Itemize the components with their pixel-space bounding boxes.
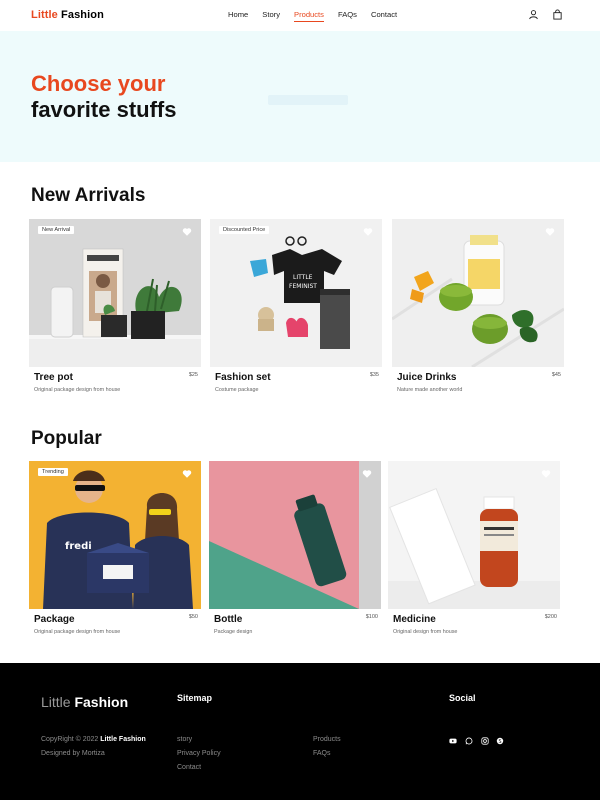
- product-name[interactable]: Bottle: [214, 614, 242, 625]
- nav-link-home[interactable]: Home: [228, 10, 248, 22]
- product-name[interactable]: Fashion set: [215, 372, 271, 383]
- product-card[interactable]: Bottle $100 Package design: [209, 461, 381, 635]
- hero-faded-graphic: [268, 95, 348, 105]
- brand-logo[interactable]: Little Fashion: [31, 9, 104, 21]
- user-icon[interactable]: [528, 9, 539, 20]
- hero-headline: favorite stuffs: [31, 97, 177, 122]
- copyright-brand: Little Fashion: [100, 736, 146, 743]
- product-card[interactable]: Medicine $200 Original design from house: [388, 461, 560, 635]
- svg-text:S: S: [498, 739, 501, 745]
- footer-designed-by: Designed by Mortiza: [41, 750, 105, 757]
- nav-link-products[interactable]: Products: [294, 10, 324, 22]
- brand-rest: Fashion: [57, 9, 104, 21]
- product-card[interactable]: Juice Drinks $45 Nature made another wor…: [392, 219, 564, 393]
- heart-icon[interactable]: [363, 227, 373, 237]
- footer-copyright: CopyRight © 2022 Little Fashion: [41, 736, 146, 743]
- product-name[interactable]: Juice Drinks: [397, 372, 456, 383]
- heart-icon[interactable]: [182, 469, 192, 479]
- sitemap-title: Sitemap: [177, 693, 213, 703]
- nav-link-contact[interactable]: Contact: [371, 10, 397, 22]
- social-title: Social: [449, 693, 476, 703]
- product-description: Original package design from house: [34, 629, 121, 635]
- product-price: $35: [369, 372, 379, 378]
- whatsapp-icon[interactable]: [465, 737, 473, 745]
- heart-icon[interactable]: [182, 227, 192, 237]
- hero-headline-accent: Choose your: [31, 71, 166, 96]
- product-name[interactable]: Package: [34, 614, 75, 625]
- svg-text:FEMINIST: FEMINIST: [289, 283, 317, 290]
- footer-link-contact[interactable]: Contact: [177, 764, 201, 771]
- heart-icon[interactable]: [545, 227, 555, 237]
- product-description: Nature made another world: [397, 387, 463, 393]
- heart-icon[interactable]: [362, 469, 372, 479]
- nav-link-faqs[interactable]: FAQs: [338, 10, 357, 22]
- new-arrivals-title: New Arrivals: [31, 185, 146, 206]
- skype-icon[interactable]: S: [496, 737, 504, 745]
- svg-text:fredi: fredi: [65, 541, 92, 552]
- product-image-juice-drinks[interactable]: [392, 219, 564, 367]
- product-card[interactable]: fredi Trending Package $50 Original pack…: [29, 461, 201, 635]
- site-footer: Little Fashion CopyRight © 2022 Little F…: [0, 663, 600, 800]
- footer-link-faqs[interactable]: FAQs: [313, 750, 331, 757]
- product-price: $200: [544, 614, 557, 620]
- footer-brand-light: Little: [41, 694, 71, 710]
- footer-brand[interactable]: Little Fashion: [41, 694, 128, 710]
- footer-link-products[interactable]: Products: [313, 736, 341, 743]
- product-image-fashion-set[interactable]: LITTLE FEMINIST Discounted Price: [210, 219, 382, 367]
- product-description: Package design: [214, 629, 253, 635]
- product-description: Original design from house: [393, 629, 458, 635]
- footer-link-story[interactable]: story: [177, 736, 192, 743]
- product-name[interactable]: Tree pot: [34, 372, 73, 383]
- product-price: $50: [188, 614, 198, 620]
- bag-icon[interactable]: [552, 9, 563, 20]
- product-image-medicine[interactable]: [388, 461, 560, 609]
- youtube-icon[interactable]: [449, 737, 457, 745]
- nav-links: Home Story Products FAQs Contact: [228, 10, 411, 22]
- svg-text:LITTLE: LITTLE: [293, 274, 313, 281]
- product-description: Costume package: [215, 387, 259, 393]
- product-image-package[interactable]: fredi Trending: [29, 461, 201, 609]
- product-card[interactable]: LITTLE FEMINIST Discounted Price Fashion…: [210, 219, 382, 393]
- popular-title: Popular: [31, 428, 102, 449]
- product-description: Original package design from house: [34, 387, 121, 393]
- product-name[interactable]: Medicine: [393, 614, 436, 625]
- product-card[interactable]: New Arrival Tree pot $25 Original packag…: [29, 219, 201, 393]
- product-image-tree-pot[interactable]: New Arrival: [29, 219, 201, 367]
- copyright-prefix: CopyRight © 2022: [41, 736, 101, 743]
- hero-banner: Choose your favorite stuffs: [0, 31, 600, 162]
- product-image-bottle[interactable]: [209, 461, 381, 609]
- footer-link-privacy-policy[interactable]: Privacy Policy: [177, 750, 221, 757]
- brand-accent: Little: [31, 9, 58, 21]
- product-price: $100: [365, 614, 378, 620]
- product-tag: Trending: [38, 468, 68, 476]
- product-price: $45: [551, 372, 561, 378]
- nav-link-story[interactable]: Story: [262, 10, 280, 22]
- instagram-icon[interactable]: [481, 737, 489, 745]
- product-tag: New Arrival: [38, 226, 75, 234]
- heart-icon[interactable]: [541, 469, 551, 479]
- footer-brand-bold: Fashion: [70, 694, 129, 710]
- top-navbar: Little Fashion Home Story Products FAQs …: [0, 0, 600, 31]
- product-price: $25: [188, 372, 198, 378]
- product-tag: Discounted Price: [219, 226, 270, 234]
